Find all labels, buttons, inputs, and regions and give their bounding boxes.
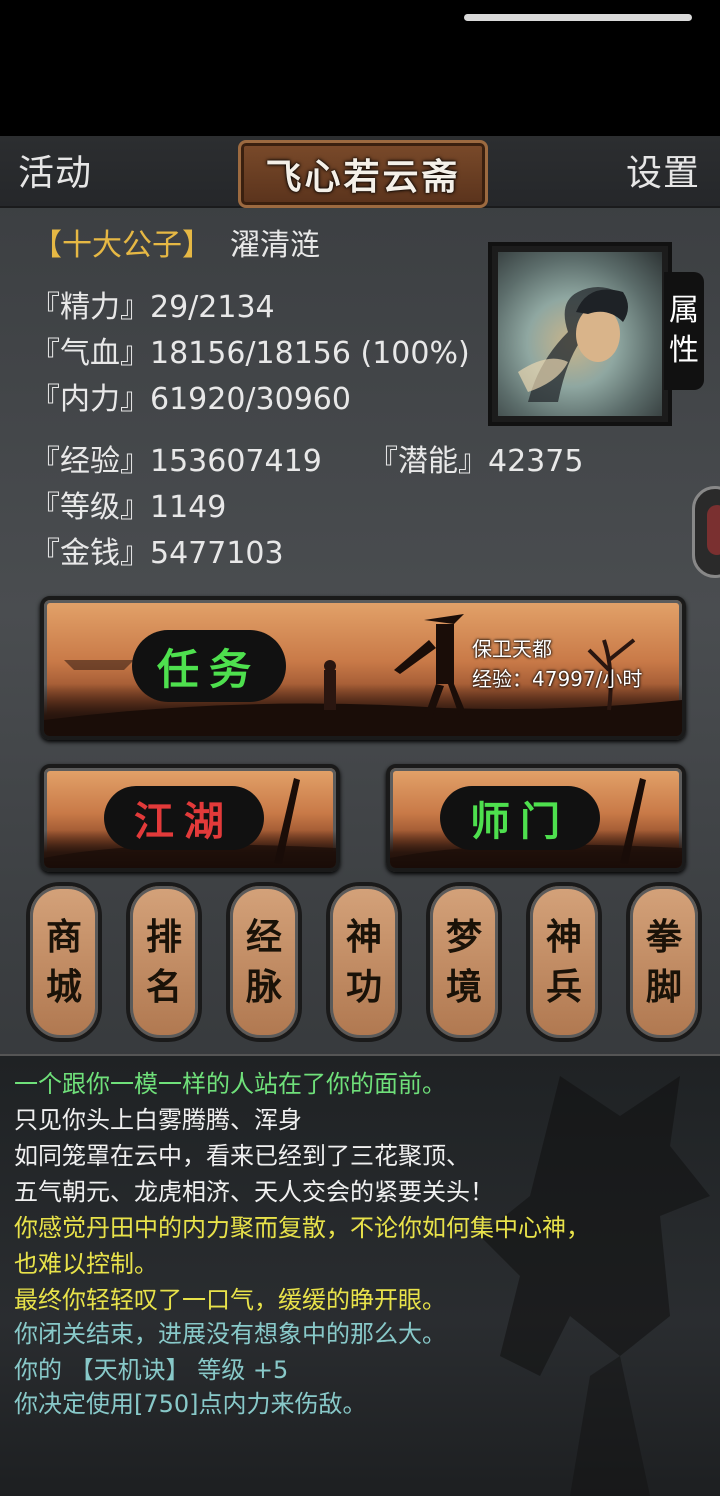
menu-fist-kick-button[interactable]: 拳脚 <box>626 882 702 1042</box>
log-line: 一个跟你一模一样的人站在了你的面前。 <box>14 1070 446 1098</box>
rank-title: 【十大公子】 <box>32 228 212 263</box>
quest-label: 任务 <box>132 630 286 702</box>
stat-inner: 『内力』61920/30960 <box>30 374 351 418</box>
menu-char: 脚 <box>645 966 682 1008</box>
menu-ranking-button[interactable]: 排名 <box>126 882 202 1042</box>
log-line: 最终你轻轻叹了一口气，缓缓的睁开眼。 <box>14 1286 446 1314</box>
log-line: 也难以控制。 <box>14 1250 158 1278</box>
attributes-tab-char1: 属 <box>669 293 699 328</box>
menu-char: 脉 <box>245 966 282 1008</box>
stat-exp-value: 153607419 <box>150 444 322 479</box>
game-screen: 活动 飞心若云斋 设置 【十大公子】 濯清涟 『精力』29/2134 『气血』1… <box>0 136 720 1496</box>
jianghu-label: 江湖 <box>104 786 264 850</box>
stat-energy: 『精力』29/2134 <box>30 282 275 326</box>
log-line: 如同笼罩在云中，看来已经到了三花聚顶、 <box>14 1142 470 1170</box>
menu-char: 排 <box>145 916 182 958</box>
top-bar: 活动 飞心若云斋 设置 <box>0 136 720 208</box>
attributes-tab[interactable]: 属 性 <box>664 272 704 390</box>
stat-hp: 『气血』18156/18156 (100%) <box>30 328 470 372</box>
log-line: 你决定使用[750]点内力来伤敌。 <box>14 1390 367 1418</box>
floating-side-handle[interactable] <box>692 486 720 578</box>
stat-exp: 『经验』153607419 <box>30 436 322 480</box>
stat-money: 『金钱』5477103 <box>30 528 284 572</box>
stat-money-value: 5477103 <box>150 536 284 571</box>
stat-level-label: 『等级』 <box>30 490 150 525</box>
menu-shop-button[interactable]: 商城 <box>26 882 102 1042</box>
shimen-button[interactable]: 师门 <box>386 764 686 872</box>
log-line: 五气朝元、龙虎相济、天人交会的紧要关头！ <box>14 1178 494 1206</box>
menu-char: 兵 <box>545 966 582 1008</box>
stat-potential: 『潜能』42375 <box>368 436 583 480</box>
stat-money-label: 『金钱』 <box>30 536 150 571</box>
menu-divine-skill-button[interactable]: 神功 <box>326 882 402 1042</box>
attributes-tab-char2: 性 <box>669 333 699 368</box>
stat-potential-label: 『潜能』 <box>368 444 488 479</box>
portrait-image <box>498 252 662 416</box>
stat-level: 『等级』1149 <box>30 482 226 526</box>
menu-dream-button[interactable]: 梦境 <box>426 882 502 1042</box>
stat-hp-value: 18156/18156 (100%) <box>150 336 470 371</box>
log-line: 你感觉丹田中的内力聚而复散，不论你如何集中心神， <box>14 1214 590 1242</box>
menu-char: 商 <box>45 916 82 958</box>
jianghu-button[interactable]: 江湖 <box>40 764 340 872</box>
menu-divine-weapon-button[interactable]: 神兵 <box>526 882 602 1042</box>
stat-inner-label: 『内力』 <box>30 382 150 417</box>
title-plaque: 飞心若云斋 <box>238 140 488 208</box>
stat-hp-label: 『气血』 <box>30 336 150 371</box>
menu-char: 梦 <box>445 916 482 958</box>
menu-meridian-button[interactable]: 经脉 <box>226 882 302 1042</box>
message-log[interactable]: 一个跟你一模一样的人站在了你的面前。 只见你头上白雾腾腾、浑身 如同笼罩在云中，… <box>0 1054 720 1496</box>
stat-energy-value: 29/2134 <box>150 290 275 325</box>
stat-exp-label: 『经验』 <box>30 444 150 479</box>
character-name: 濯清涟 <box>230 228 320 263</box>
stat-inner-value: 61920/30960 <box>150 382 351 417</box>
home-indicator <box>464 14 692 21</box>
menu-char: 神 <box>345 916 382 958</box>
log-line: 你的 【天机诀】 等级 +5 <box>14 1356 289 1384</box>
stat-energy-label: 『精力』 <box>30 290 150 325</box>
menu-char: 拳 <box>645 916 682 958</box>
shimen-label: 师门 <box>440 786 600 850</box>
portrait-figure-icon <box>518 287 628 402</box>
menu-char: 境 <box>445 966 482 1008</box>
quest-banner[interactable]: 任务 保卫天都 经验：47997/小时 <box>40 596 686 740</box>
quest-name: 保卫天都 <box>472 637 552 661</box>
settings-button[interactable]: 设置 <box>626 144 700 196</box>
warrior-shadow-icon <box>480 1076 710 1496</box>
quest-exp-rate: 经验：47997/小时 <box>472 667 643 691</box>
log-line: 只见你头上白雾腾腾、浑身 <box>14 1106 302 1134</box>
menu-char: 名 <box>145 966 182 1008</box>
menu-char: 神 <box>545 916 582 958</box>
menu-char: 经 <box>245 916 282 958</box>
activity-button[interactable]: 活动 <box>18 144 92 196</box>
page-title: 飞心若云斋 <box>265 156 461 198</box>
stat-level-value: 1149 <box>150 490 227 525</box>
menu-char: 功 <box>345 966 382 1008</box>
menu-char: 城 <box>45 966 82 1008</box>
character-portrait[interactable] <box>488 242 672 426</box>
stat-potential-value: 42375 <box>488 444 584 479</box>
log-line: 你闭关结束，进展没有想象中的那么大。 <box>14 1320 446 1348</box>
